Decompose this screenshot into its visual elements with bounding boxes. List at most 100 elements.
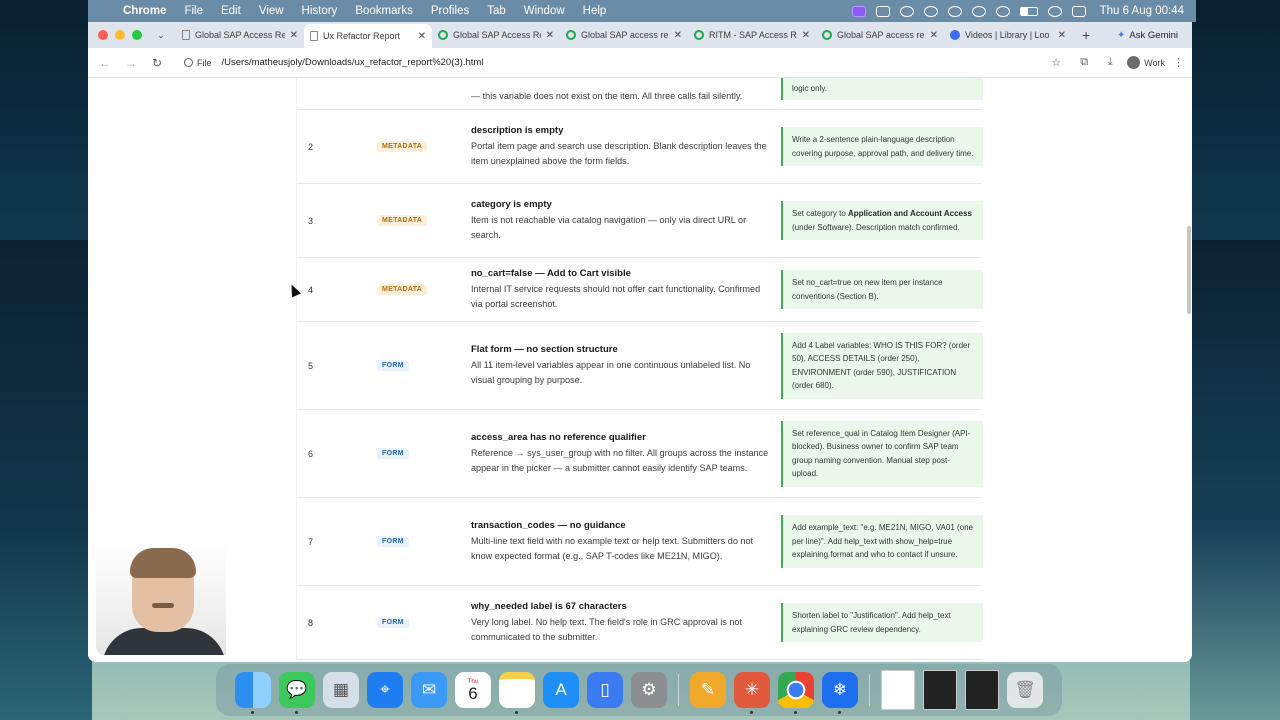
issue-title: Flat form — no section structure bbox=[471, 343, 618, 355]
calendar-icon[interactable]: Thu 6 bbox=[455, 672, 491, 708]
tab-global-sap-access-1[interactable]: Global SAP Access Re ✕ bbox=[176, 24, 304, 46]
dock-divider bbox=[678, 674, 679, 706]
url-text[interactable]: /Users/matheusjoly/Downloads/ux_refactor… bbox=[222, 57, 484, 68]
trash-icon[interactable]: 🗑 bbox=[1007, 672, 1043, 708]
tab-global-sap-access-3[interactable]: Global SAP access re ✕ bbox=[560, 24, 688, 46]
bookmark-star-icon[interactable]: ☆ bbox=[1051, 56, 1061, 69]
row-number: 8 bbox=[308, 617, 314, 628]
minimize-window-button[interactable] bbox=[115, 30, 125, 40]
messages-icon[interactable]: 💬 bbox=[279, 672, 315, 714]
safari-icon[interactable]: ⌖ bbox=[367, 672, 403, 708]
row-number: 5 bbox=[308, 360, 314, 371]
battery-icon[interactable] bbox=[1019, 6, 1038, 16]
issue-description: Item is not reachable via catalog naviga… bbox=[471, 214, 747, 240]
reload-icon[interactable]: ↻ bbox=[148, 56, 166, 70]
finder-icon[interactable] bbox=[235, 672, 271, 714]
mail-icon[interactable]: ✉ bbox=[411, 672, 447, 708]
row-issue: — this variable does not exist on the it… bbox=[455, 78, 781, 104]
site-info-chip[interactable]: File bbox=[180, 58, 216, 68]
tab-ritm-sap-access[interactable]: RITM - SAP Access Re ✕ bbox=[688, 24, 816, 46]
row-number: 3 bbox=[308, 215, 314, 226]
close-tab-icon[interactable]: ✕ bbox=[1058, 30, 1066, 41]
new-tab-icon[interactable]: + bbox=[1072, 27, 1100, 43]
maximize-window-button[interactable] bbox=[132, 30, 142, 40]
close-tab-icon[interactable]: ✕ bbox=[930, 30, 938, 41]
close-tab-icon[interactable]: ✕ bbox=[674, 30, 682, 41]
table-row: 2 METADATA description is empty Portal i… bbox=[296, 110, 983, 184]
tab-search-chevron-icon[interactable]: ⌄ bbox=[152, 26, 170, 44]
close-tab-icon[interactable]: ✕ bbox=[290, 30, 298, 41]
vertical-scrollbar[interactable] bbox=[1186, 78, 1192, 662]
table-row: 5 FORM Flat form — no section structure … bbox=[296, 322, 983, 410]
system-settings-icon[interactable]: ⚙ bbox=[631, 672, 667, 708]
wallpaper-right-edge bbox=[1190, 240, 1280, 720]
control-center-icon[interactable] bbox=[1071, 5, 1086, 17]
scrollbar-thumb[interactable] bbox=[1187, 226, 1191, 314]
stop-icon[interactable] bbox=[971, 5, 986, 17]
table-row: 7 FORM transaction_codes — no guidance M… bbox=[296, 498, 983, 586]
profile-button[interactable]: Work bbox=[1127, 56, 1165, 69]
gemini-spark-icon: ✦ bbox=[1117, 29, 1126, 41]
chrome-icon[interactable] bbox=[778, 672, 814, 714]
snowflake-app-icon[interactable]: ❄ bbox=[822, 672, 858, 714]
tab-label: Ux Refactor Report bbox=[323, 31, 401, 41]
category-badge: FORM bbox=[377, 536, 409, 547]
row-issue: description is empty Portal item page an… bbox=[455, 125, 781, 169]
screen-recorder-icon[interactable] bbox=[851, 5, 866, 17]
back-arrow-icon[interactable]: ← bbox=[96, 56, 114, 70]
menu-edit[interactable]: Edit bbox=[212, 5, 250, 17]
menu-tab[interactable]: Tab bbox=[478, 5, 515, 17]
menu-file[interactable]: File bbox=[175, 5, 212, 17]
dashboard-icon[interactable] bbox=[875, 5, 890, 17]
menu-help[interactable]: Help bbox=[574, 5, 616, 17]
more-menu-icon[interactable]: ⋮ bbox=[1173, 56, 1184, 69]
row-number: 4 bbox=[308, 284, 314, 295]
tab-label: Global SAP Access Re bbox=[195, 30, 285, 40]
document-icon bbox=[182, 30, 190, 40]
screenshot-thumbnail-icon[interactable] bbox=[965, 670, 999, 710]
wifi-icon[interactable] bbox=[995, 5, 1010, 17]
download-icon[interactable]: ⤓ bbox=[1101, 56, 1119, 69]
ask-gemini-button[interactable]: ✦ Ask Gemini bbox=[1117, 30, 1192, 41]
forward-arrow-icon[interactable]: → bbox=[122, 56, 140, 70]
snowflake-status-icon[interactable] bbox=[899, 5, 914, 17]
servicenow-icon bbox=[822, 30, 832, 40]
app-store-icon[interactable]: A bbox=[543, 672, 579, 708]
browser-toolbar: ← → ↻ File /Users/matheusjoly/Downloads/… bbox=[88, 48, 1192, 78]
extensions-icon[interactable]: ⧉ bbox=[1075, 56, 1093, 69]
presenter-hair bbox=[130, 548, 196, 578]
close-tab-icon[interactable]: ✕ bbox=[802, 30, 810, 41]
pages-icon[interactable]: ✎ bbox=[690, 672, 726, 708]
tab-label: RITM - SAP Access Re bbox=[709, 30, 797, 40]
close-tab-icon[interactable]: ✕ bbox=[546, 30, 554, 41]
search-icon[interactable] bbox=[1047, 5, 1062, 17]
row-fix: Set reference_qual in Catalog Item Desig… bbox=[781, 420, 983, 487]
category-badge: FORM bbox=[377, 448, 409, 459]
issue-title: access_area has no reference qualifier bbox=[471, 431, 646, 443]
menu-history[interactable]: History bbox=[293, 5, 347, 17]
menu-app-name[interactable]: Chrome bbox=[114, 5, 175, 17]
close-tab-icon[interactable]: ✕ bbox=[418, 31, 426, 42]
iphone-mirroring-icon[interactable]: ▯ bbox=[587, 672, 623, 708]
bolt-icon[interactable] bbox=[923, 5, 938, 17]
notes-icon[interactable] bbox=[499, 672, 535, 714]
address-bar[interactable]: File /Users/matheusjoly/Downloads/ux_ref… bbox=[174, 51, 1068, 74]
document-thumbnail-icon[interactable] bbox=[881, 670, 915, 710]
page-viewport[interactable]: — this variable does not exist on the it… bbox=[88, 78, 1192, 662]
menu-bar-clock[interactable]: Thu 6 Aug 00:44 bbox=[1100, 5, 1184, 17]
menu-bookmarks[interactable]: Bookmarks bbox=[346, 5, 422, 17]
sync-icon[interactable] bbox=[947, 5, 962, 17]
menu-profiles[interactable]: Profiles bbox=[422, 5, 478, 17]
tab-ux-refactor-report[interactable]: Ux Refactor Report ✕ bbox=[304, 24, 432, 48]
close-window-button[interactable] bbox=[98, 30, 108, 40]
tab-global-sap-access-2[interactable]: Global SAP Access Re ✕ bbox=[432, 24, 560, 46]
row-issue: transaction_codes — no guidance Multi-li… bbox=[455, 520, 781, 564]
menu-window[interactable]: Window bbox=[515, 5, 574, 17]
menu-view[interactable]: View bbox=[250, 5, 293, 17]
row-number: 7 bbox=[308, 536, 314, 547]
launchpad-icon[interactable]: ▦ bbox=[323, 672, 359, 708]
screenshot-thumbnail-icon[interactable] bbox=[923, 670, 957, 710]
tab-loom-videos[interactable]: Videos | Library | Loo ✕ bbox=[944, 24, 1072, 46]
claude-icon[interactable]: ✳ bbox=[734, 672, 770, 714]
tab-global-sap-access-4[interactable]: Global SAP access re ✕ bbox=[816, 24, 944, 46]
